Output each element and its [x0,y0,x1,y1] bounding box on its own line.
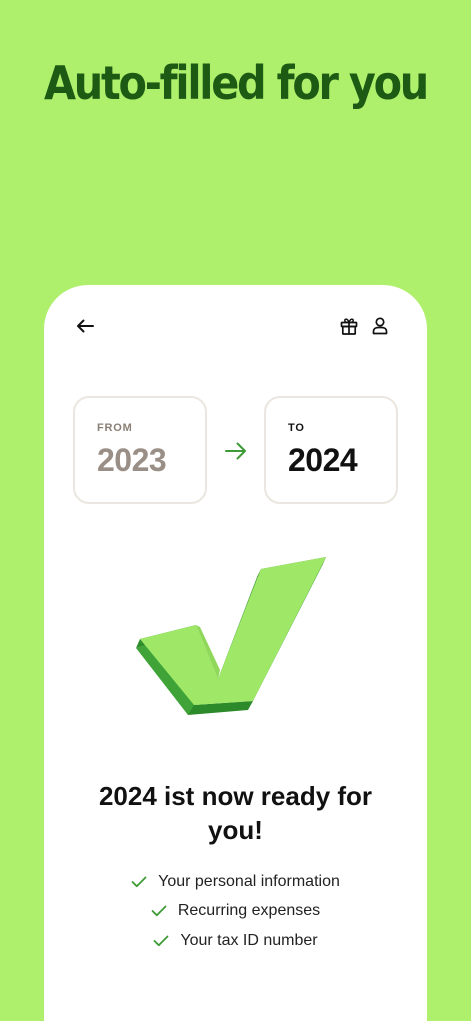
to-year: 2024 [288,442,358,478]
arrow-right-icon [225,442,246,460]
checklist-item: Recurring expenses [44,897,427,927]
checklist-item-label: Your personal information [158,872,340,890]
gift-button[interactable] [339,316,359,336]
checklist: Your personal information Recurring expe… [44,867,427,956]
from-year-card: FROM 2023 [73,396,207,504]
ready-title: 2024 ist now ready for you! [98,781,373,845]
checkmark-3d-icon [136,557,326,715]
gift-icon [340,318,358,335]
checklist-item: Your personal information [44,867,427,897]
headline: Auto-filled for you [43,56,429,110]
phone-screen: FROM 2023 TO 2024 2024 ist now ready for… [44,285,427,1021]
back-button[interactable] [74,315,96,337]
checklist-item: Your tax ID number [44,926,427,956]
check-icon [153,935,169,946]
check-icon [151,905,167,917]
check-icon [131,876,147,887]
from-year: 2023 [97,442,167,478]
from-label: FROM [97,422,133,434]
checklist-item-label: Your tax ID number [180,931,318,949]
arrow-left-icon [77,319,94,333]
to-year-card: TO 2024 [264,396,398,504]
person-icon [372,317,388,335]
profile-button[interactable] [370,316,390,336]
to-label: TO [288,422,305,434]
checklist-item-label: Recurring expenses [177,902,321,920]
